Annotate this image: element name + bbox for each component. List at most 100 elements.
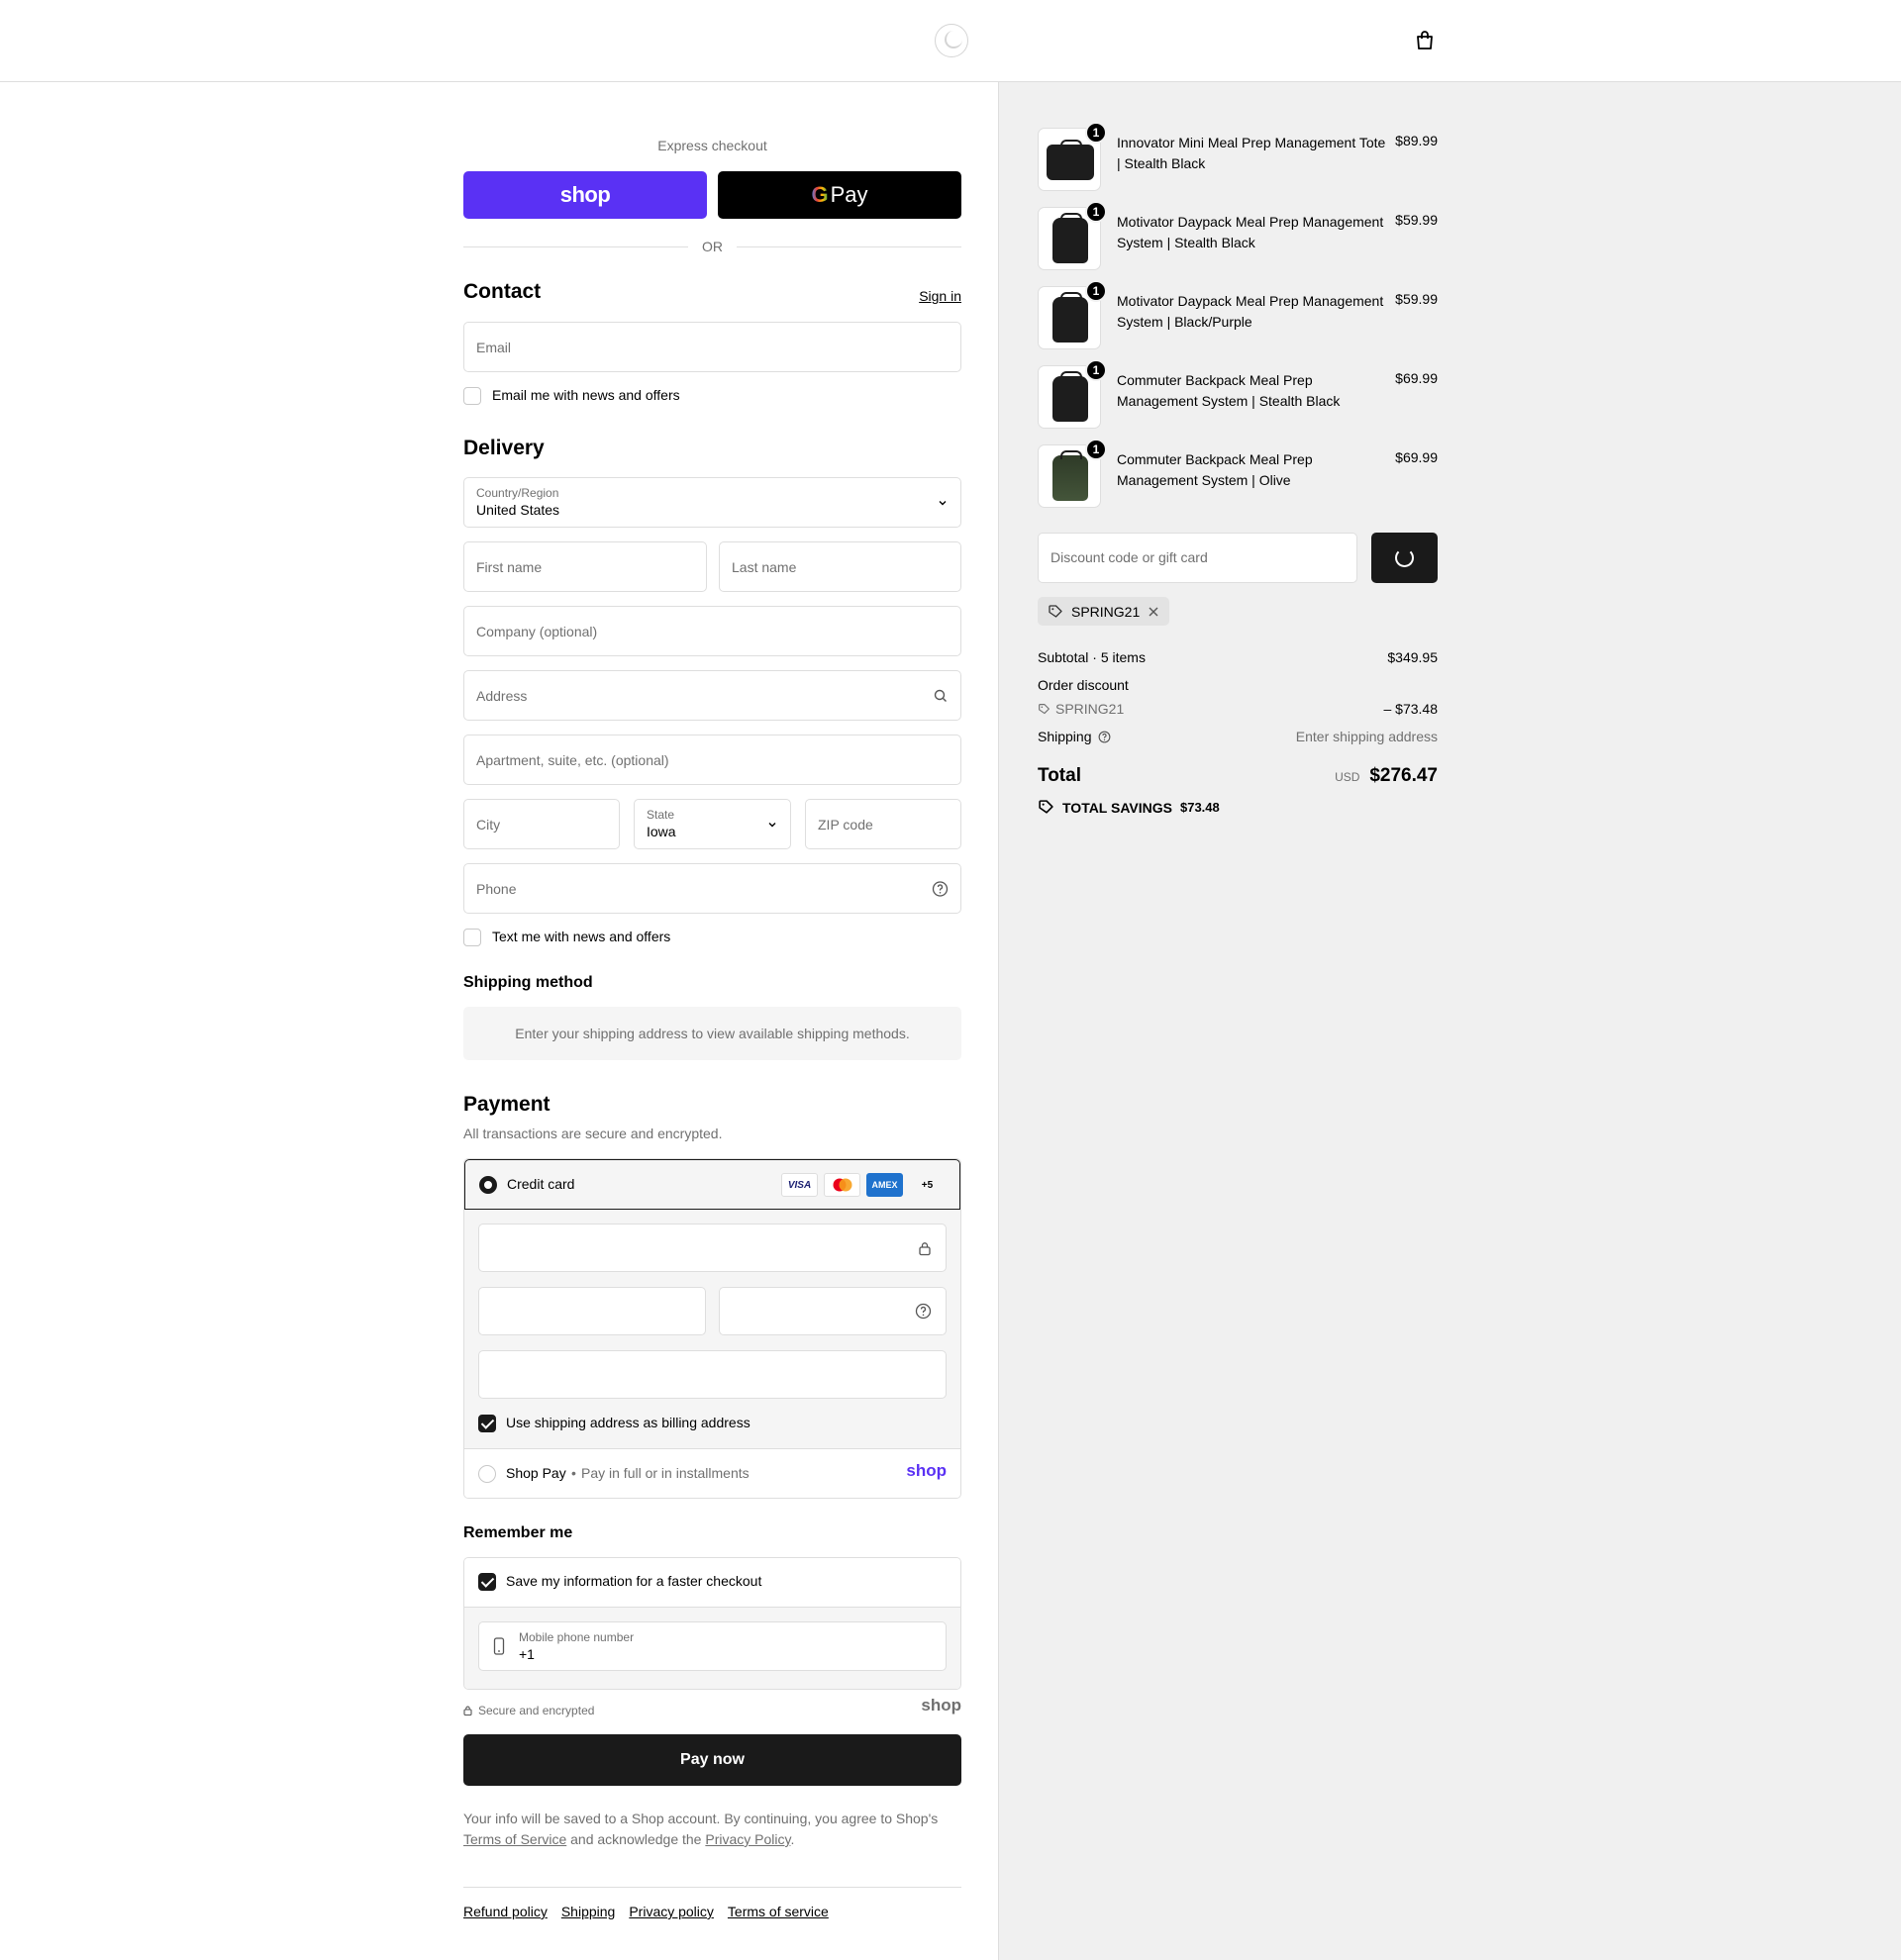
- total-label: Total: [1038, 765, 1081, 786]
- discount-code: SPRING21: [1055, 701, 1125, 717]
- remember-me-box: Save my information for a faster checkou…: [463, 1557, 961, 1690]
- tag-icon: [1039, 800, 1053, 814]
- legal-text: Your info will be saved to a Shop accoun…: [463, 1809, 961, 1850]
- shop-pay-radio[interactable]: [478, 1465, 496, 1483]
- subtotal-row: Subtotal · 5 items $349.95: [1038, 649, 1438, 665]
- search-icon: [934, 689, 947, 702]
- country-select[interactable]: Country/Region United States: [463, 477, 961, 528]
- pay-now-button[interactable]: Pay now: [463, 1734, 961, 1786]
- refund-policy-link[interactable]: Refund policy: [463, 1904, 548, 1919]
- product-price: $59.99: [1395, 291, 1438, 307]
- company-field[interactable]: Company (optional): [463, 606, 961, 656]
- shipping-row: Shipping Enter shipping address: [1038, 729, 1438, 744]
- currency-code: USD: [1335, 770, 1360, 784]
- country-label: Country/Region: [476, 486, 559, 500]
- save-info-checkbox[interactable]: [478, 1573, 496, 1591]
- help-circle-icon[interactable]: [1098, 731, 1111, 743]
- email-field[interactable]: Email: [463, 322, 961, 372]
- chevron-down-icon: [939, 500, 947, 505]
- apply-discount-button[interactable]: [1371, 533, 1438, 583]
- total-savings: TOTAL SAVINGS $73.48: [1038, 799, 1220, 816]
- shop-pay-label: Shop Pay: [506, 1465, 566, 1481]
- legal-text-2: and acknowledge the: [570, 1831, 702, 1847]
- total-savings-label: TOTAL SAVINGS: [1062, 799, 1172, 816]
- zip-field[interactable]: ZIP code: [805, 799, 961, 849]
- last-name-field[interactable]: Last name: [719, 541, 961, 592]
- newsletter-checkbox[interactable]: [463, 387, 481, 405]
- state-select[interactable]: State Iowa: [634, 799, 791, 849]
- card-number-field[interactable]: [478, 1224, 947, 1272]
- quantity-badge: 1: [1085, 359, 1107, 381]
- discount-code-field[interactable]: Discount code or gift card: [1038, 533, 1357, 583]
- mobile-phone-icon: [493, 1637, 505, 1655]
- save-info-row[interactable]: Save my information for a faster checkou…: [464, 1558, 960, 1608]
- first-name-field[interactable]: First name: [463, 541, 707, 592]
- product-price: $69.99: [1395, 370, 1438, 386]
- quantity-badge: 1: [1085, 280, 1107, 302]
- shop-pay-separator: •: [571, 1465, 576, 1481]
- state-value: Iowa: [647, 824, 676, 839]
- terms-of-service-footer-link[interactable]: Terms of service: [728, 1904, 829, 1919]
- phone-placeholder: Phone: [476, 880, 517, 897]
- shipping-policy-link[interactable]: Shipping: [561, 1904, 616, 1919]
- remember-me-heading: Remember me: [463, 1524, 573, 1541]
- tag-icon: [1049, 604, 1062, 618]
- newsletter-label: Email me with news and offers: [492, 387, 680, 403]
- mobile-phone-label: Mobile phone number: [519, 1630, 635, 1644]
- terms-of-service-link[interactable]: Terms of Service: [463, 1831, 566, 1847]
- billing-address-label: Use shipping address as billing address: [506, 1415, 750, 1430]
- shipping-method-notice: Enter your shipping address to view avai…: [463, 1007, 961, 1060]
- expiration-field[interactable]: [478, 1287, 706, 1335]
- lock-icon: [463, 1706, 472, 1715]
- chevron-down-icon: [768, 822, 776, 827]
- shopping-bag-icon[interactable]: [1414, 30, 1436, 51]
- security-code-field[interactable]: [719, 1287, 947, 1335]
- shipping-label: Shipping: [1038, 729, 1092, 744]
- total-value: $276.47: [1369, 765, 1438, 786]
- amex-icon: AMEX: [866, 1173, 903, 1197]
- credit-card-option[interactable]: Credit card VISA AMEX +5: [464, 1159, 960, 1210]
- quantity-badge: 1: [1085, 122, 1107, 144]
- zip-placeholder: ZIP code: [818, 816, 873, 833]
- address-placeholder: Address: [476, 687, 528, 704]
- google-g-icon: G: [811, 182, 829, 207]
- phone-field[interactable]: Phone: [463, 863, 961, 914]
- shipping-label-group: Shipping: [1038, 729, 1111, 744]
- cart-item: 1 Commuter Backpack Meal Prep Management…: [1038, 439, 1438, 508]
- or-divider: OR: [463, 237, 961, 256]
- shop-pay-option[interactable]: Shop Pay • Pay in full or in installment…: [464, 1449, 960, 1498]
- payment-methods: Credit card VISA AMEX +5 Use shipping ad…: [463, 1158, 961, 1499]
- remove-discount-icon[interactable]: [1148, 606, 1159, 618]
- applied-discount-code: SPRING21: [1071, 603, 1141, 620]
- privacy-policy-link[interactable]: Privacy Policy: [705, 1831, 790, 1847]
- credit-card-radio[interactable]: [479, 1176, 497, 1194]
- order-discount-label: Order discount: [1038, 677, 1129, 693]
- first-name-placeholder: First name: [476, 558, 543, 575]
- shop-pay-button[interactable]: shop: [463, 171, 707, 219]
- store-logo-icon[interactable]: [935, 24, 968, 57]
- apartment-field[interactable]: Apartment, suite, etc. (optional): [463, 735, 961, 785]
- sms-checkbox[interactable]: [463, 929, 481, 946]
- help-circle-icon[interactable]: [915, 1303, 932, 1320]
- contact-heading: Contact: [463, 280, 542, 303]
- google-pay-button[interactable]: G Pay: [718, 171, 961, 219]
- cart-item: 1 Motivator Daypack Meal Prep Management…: [1038, 280, 1438, 349]
- google-pay-label: Pay: [830, 182, 868, 207]
- payment-subtitle: All transactions are secure and encrypte…: [463, 1126, 723, 1141]
- shop-pay-subtitle: Pay in full or in installments: [581, 1465, 750, 1481]
- privacy-policy-footer-link[interactable]: Privacy policy: [629, 1904, 714, 1919]
- last-name-placeholder: Last name: [732, 558, 797, 575]
- mobile-phone-field[interactable]: Mobile phone number +1: [478, 1621, 947, 1671]
- more-cards-badge: +5: [921, 1179, 934, 1191]
- order-summary-panel: [998, 82, 1901, 1960]
- header: [0, 0, 1901, 82]
- city-field[interactable]: City: [463, 799, 620, 849]
- address-field[interactable]: Address: [463, 670, 961, 721]
- cart-item: 1 Innovator Mini Meal Prep Management To…: [1038, 122, 1438, 191]
- sign-in-link[interactable]: Sign in: [919, 288, 961, 304]
- name-on-card-field[interactable]: [478, 1350, 947, 1399]
- help-circle-icon[interactable]: [932, 880, 949, 897]
- mobile-phone-value: +1: [519, 1646, 535, 1662]
- billing-address-checkbox[interactable]: [478, 1415, 496, 1432]
- product-name: Commuter Backpack Meal Prep Management S…: [1117, 451, 1313, 488]
